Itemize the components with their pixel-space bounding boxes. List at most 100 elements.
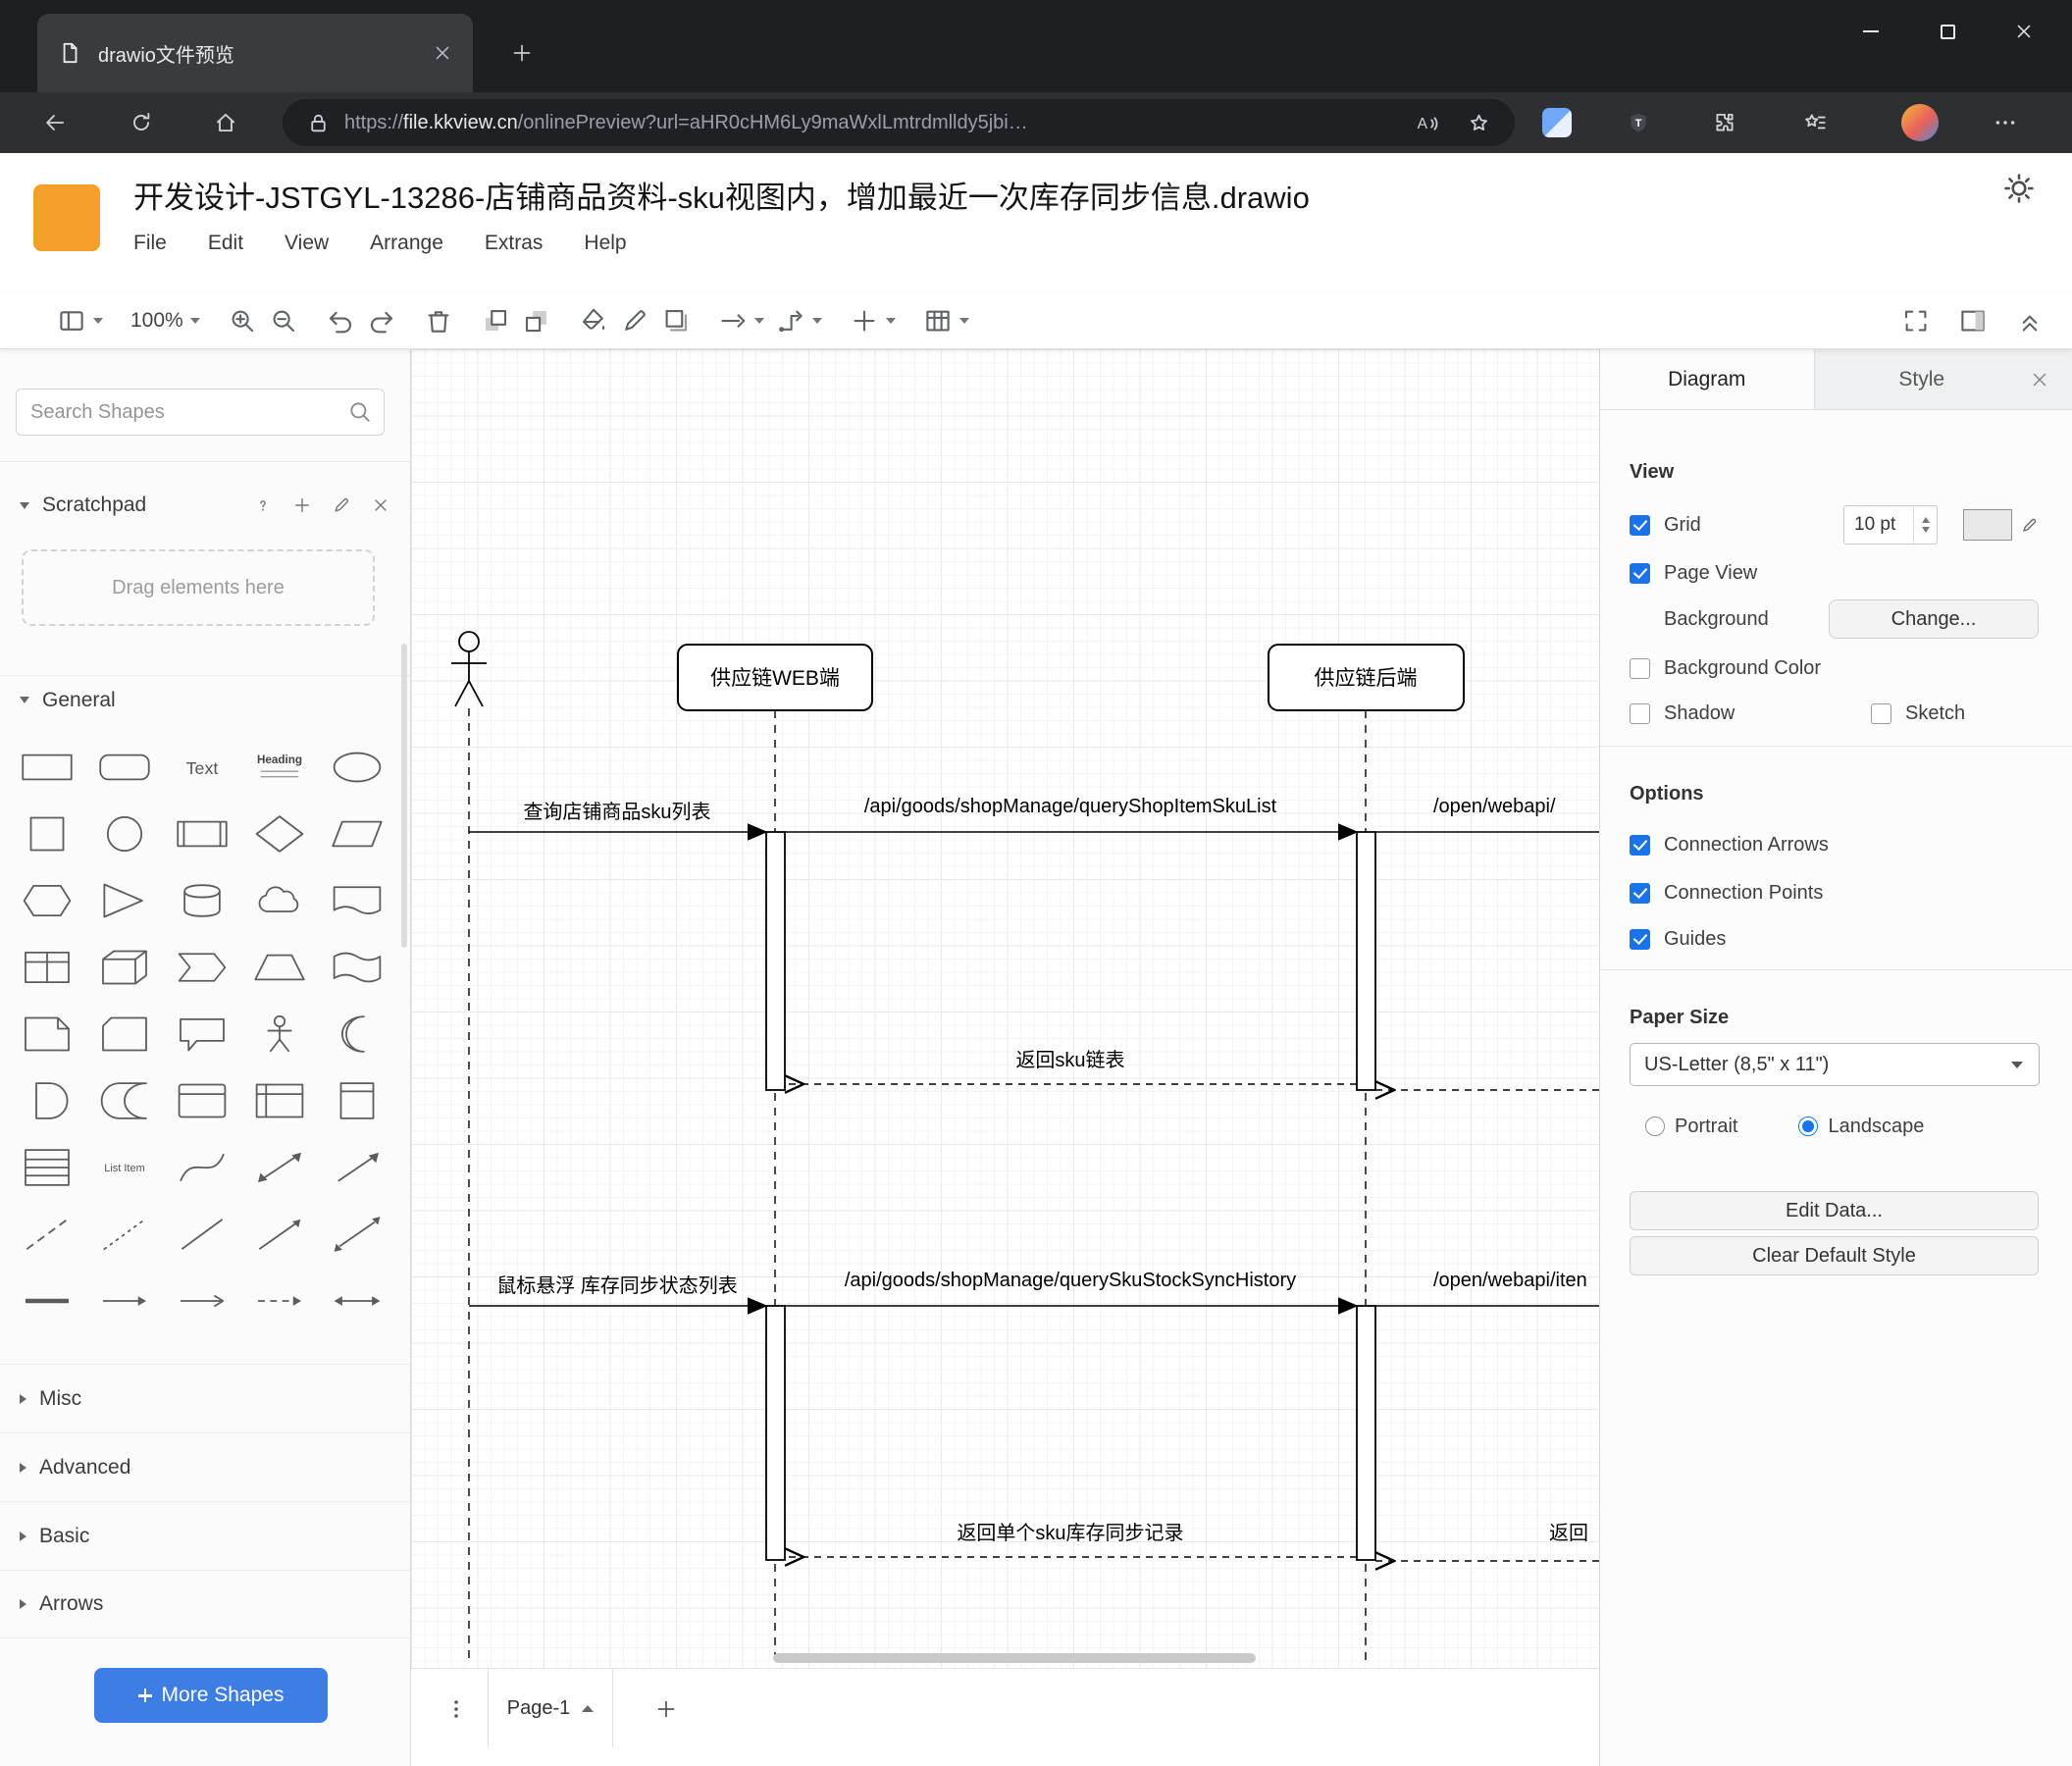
window-close-button[interactable] (1986, 8, 2062, 55)
split-screen-icon[interactable] (1542, 108, 1572, 137)
shape-dotted-line[interactable] (85, 1201, 163, 1268)
shape-line[interactable] (163, 1201, 240, 1268)
tab-close-icon[interactable] (432, 42, 453, 64)
shape-actor[interactable] (241, 1001, 319, 1067)
fullscreen-button[interactable] (1901, 301, 1931, 340)
shape-heading[interactable]: Heading (241, 734, 319, 801)
scratchpad-help-icon[interactable] (253, 495, 273, 515)
more-shapes-button[interactable]: More Shapes (94, 1668, 328, 1723)
shape-cloud[interactable] (241, 867, 319, 934)
label-hover-sync[interactable]: 鼠标悬浮 库存同步状态列表 (496, 1274, 738, 1297)
connection-points-checkbox[interactable] (1630, 882, 1650, 904)
shape-rectangle[interactable] (8, 734, 85, 801)
shape-curve[interactable] (163, 1134, 240, 1201)
label-open-webapi-2[interactable]: /open/webapi/iten (1433, 1270, 1587, 1291)
tab-style[interactable]: Style (1815, 349, 2030, 409)
portrait-option[interactable]: Portrait (1645, 1116, 1737, 1138)
grid-size-input[interactable] (1844, 513, 1901, 537)
zoom-level-button[interactable]: 100% (130, 301, 200, 340)
grid-color-swatch[interactable] (1963, 509, 2012, 541)
connection-arrows-checkbox[interactable] (1630, 834, 1650, 856)
shape-rounded-rectangle[interactable] (85, 734, 163, 801)
collapse-toolbar-button[interactable] (2015, 301, 2045, 340)
profile-avatar[interactable] (1901, 104, 1939, 141)
menu-help[interactable]: Help (584, 232, 626, 255)
clear-default-style-button[interactable]: Clear Default Style (1630, 1236, 2039, 1275)
section-basic[interactable]: Basic (0, 1501, 410, 1570)
zoom-in-button[interactable] (228, 301, 257, 340)
shape-note[interactable] (8, 1001, 85, 1067)
address-bar[interactable]: https://file.kkview.cn/onlinePreview?url… (283, 99, 1515, 146)
theme-toggle-icon[interactable] (2001, 171, 2037, 206)
canvas-horizontal-scrollbar[interactable] (773, 1653, 1256, 1663)
shape-document[interactable] (319, 867, 396, 934)
undo-button[interactable] (326, 301, 355, 340)
shape-trapezoid[interactable] (241, 934, 319, 1001)
label-return-sync-record[interactable]: 返回单个sku库存同步记录 (957, 1522, 1183, 1544)
shape-list[interactable] (8, 1134, 85, 1201)
minimize-button[interactable] (1833, 8, 1909, 55)
shape-simple-arrow[interactable] (85, 1268, 163, 1334)
activation-backend-2[interactable] (1356, 1305, 1376, 1561)
view-mode-button[interactable] (57, 301, 103, 340)
shadow-checkbox[interactable] (1630, 702, 1650, 724)
maximize-button[interactable] (1909, 8, 1986, 55)
edit-color-icon[interactable] (2020, 516, 2039, 535)
grid-color-control[interactable] (1963, 509, 2039, 541)
insert-table-button[interactable] (923, 301, 969, 340)
waypoints-button[interactable] (776, 301, 822, 340)
shape-text[interactable]: Text (163, 734, 240, 801)
shape-diagonal-arrow[interactable] (319, 1134, 396, 1201)
shape-vertical-container[interactable] (319, 1067, 396, 1134)
toggle-format-panel-button[interactable] (1958, 301, 1988, 340)
fill-color-button[interactable] (579, 301, 608, 340)
label-return-sku-list[interactable]: 返回sku链表 (1015, 1049, 1124, 1071)
browser-menu-icon[interactable] (1984, 101, 2027, 144)
shape-cube[interactable] (85, 934, 163, 1001)
lifelines[interactable] (468, 708, 1367, 1665)
shape-cylinder[interactable] (163, 867, 240, 934)
shape-parallelogram[interactable] (319, 801, 396, 867)
favorite-star-icon[interactable] (1467, 111, 1491, 135)
line-color-button[interactable] (620, 301, 649, 340)
shape-ellipse[interactable] (319, 734, 396, 801)
redo-button[interactable] (367, 301, 396, 340)
change-background-button[interactable]: Change... (1829, 599, 2039, 639)
back-button[interactable] (33, 101, 77, 144)
return-arrows[interactable] (785, 1084, 1599, 1561)
shape-dashed-line[interactable] (8, 1201, 85, 1268)
to-front-button[interactable] (481, 301, 510, 340)
shape-callout[interactable] (163, 1001, 240, 1067)
add-page-button[interactable] (639, 1669, 694, 1749)
shape-hexagon[interactable] (8, 867, 85, 934)
scratchpad-edit-icon[interactable] (332, 495, 351, 515)
shape-list-item[interactable]: List Item (85, 1134, 163, 1201)
stepper-down-icon[interactable] (1921, 527, 1930, 533)
shape-or[interactable] (319, 1001, 396, 1067)
home-button[interactable] (204, 101, 247, 144)
guides-checkbox[interactable] (1630, 928, 1650, 950)
landscape-radio[interactable] (1798, 1117, 1819, 1136)
stepper-up-icon[interactable] (1921, 517, 1930, 523)
background-color-checkbox[interactable] (1630, 657, 1650, 679)
actor-figure[interactable] (451, 631, 487, 707)
tab-diagram[interactable]: Diagram (1600, 349, 1815, 409)
activation-bars[interactable] (765, 831, 1376, 1561)
grid-checkbox[interactable] (1630, 514, 1650, 536)
activation-web-1[interactable] (765, 831, 786, 1091)
label-return-clipped[interactable]: 返回 (1549, 1522, 1588, 1544)
label-open-webapi-1[interactable]: /open/webapi/ (1433, 796, 1556, 817)
delete-button[interactable] (424, 301, 453, 340)
zoom-out-button[interactable] (269, 301, 298, 340)
section-arrows[interactable]: Arrows (0, 1570, 410, 1638)
activation-web-2[interactable] (765, 1305, 786, 1561)
section-general[interactable]: General (0, 675, 410, 724)
shape-card[interactable] (85, 1001, 163, 1067)
menu-file[interactable]: File (133, 232, 167, 255)
shape-horizontal-double-arrow[interactable] (319, 1268, 396, 1334)
grid-size-stepper[interactable] (1913, 506, 1937, 544)
sketch-checkbox[interactable] (1871, 702, 1891, 724)
shield-t-extension-icon[interactable]: T (1617, 101, 1660, 144)
shape-square[interactable] (8, 801, 85, 867)
refresh-button[interactable] (120, 101, 163, 144)
